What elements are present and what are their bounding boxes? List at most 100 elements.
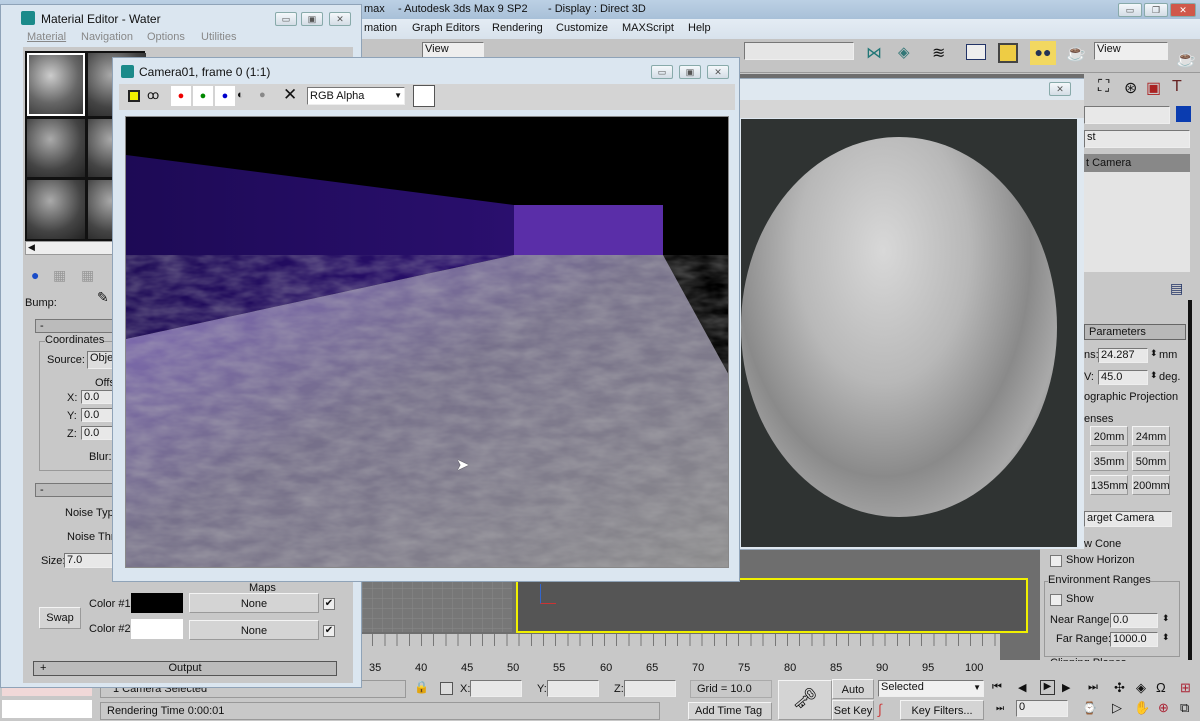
show-horizon-checkbox[interactable]: [1050, 555, 1062, 567]
color2-map-button[interactable]: None: [189, 620, 319, 640]
lens-35mm-button[interactable]: 35mm: [1090, 451, 1128, 471]
tangent-icon[interactable]: ∫: [878, 701, 882, 717]
parameters-rollout[interactable]: Parameters: [1084, 324, 1186, 340]
current-frame-field[interactable]: 0: [1016, 700, 1068, 717]
monochrome-icon[interactable]: ●: [259, 89, 266, 101]
menu-customize[interactable]: Customize: [556, 22, 608, 34]
rw-minimize-button[interactable]: ▭: [651, 65, 673, 79]
absolute-mode-icon[interactable]: [440, 682, 453, 695]
far-range-field[interactable]: 1000.0: [1110, 632, 1158, 647]
sample-scrollbar[interactable]: ◀: [25, 241, 115, 255]
view-dropdown[interactable]: View: [422, 42, 484, 58]
sample-slot[interactable]: [27, 118, 85, 178]
output-rollout[interactable]: + Output: [33, 661, 337, 676]
object-color-swatch[interactable]: [1176, 106, 1191, 122]
get-material-icon[interactable]: ●: [31, 267, 39, 283]
lens-135mm-button[interactable]: 135mm: [1090, 475, 1128, 495]
color-swatch[interactable]: [413, 85, 435, 107]
color2-map-checkbox[interactable]: ✔: [323, 625, 335, 637]
near-range-spinner[interactable]: ⬍: [1162, 613, 1170, 624]
maxscript-listener-white[interactable]: [2, 700, 92, 718]
lens-24mm-button[interactable]: 24mm: [1132, 426, 1170, 446]
perspective-viewport[interactable]: [516, 578, 1028, 633]
render-scene-icon[interactable]: ☕: [1066, 43, 1086, 63]
green-channel-toggle[interactable]: ●: [193, 86, 213, 106]
mirror-icon[interactable]: ⋈: [866, 43, 882, 63]
rw-maximize-button[interactable]: ▣: [679, 65, 701, 79]
object-name-field[interactable]: [1084, 106, 1170, 124]
pick-material-icon[interactable]: ✎: [97, 289, 109, 306]
lens-200mm-button[interactable]: 200mm: [1132, 475, 1170, 495]
save-image-icon[interactable]: [128, 90, 140, 102]
menu-maxscript[interactable]: MAXScript: [622, 22, 674, 34]
red-channel-toggle[interactable]: ●: [171, 86, 191, 106]
env-show-checkbox[interactable]: [1050, 594, 1062, 606]
named-selection-dropdown[interactable]: [744, 42, 854, 60]
lens-field[interactable]: 24.287: [1098, 348, 1148, 363]
zoom-all-icon[interactable]: ◈: [1136, 680, 1146, 696]
camera-type-dropdown[interactable]: arget Camera: [1084, 511, 1172, 527]
maximize-viewport-icon[interactable]: ⧉: [1180, 700, 1189, 716]
display-icon[interactable]: ▣: [1146, 78, 1161, 98]
sample-slot[interactable]: [27, 180, 85, 239]
time-config-icon[interactable]: ⌚: [1082, 701, 1097, 715]
x-coord-field[interactable]: [470, 680, 522, 697]
lens-50mm-button[interactable]: 50mm: [1132, 451, 1170, 471]
color1-map-checkbox[interactable]: ✔: [323, 598, 335, 610]
clear-icon[interactable]: ✕: [283, 85, 297, 105]
me-close-button[interactable]: ✕: [329, 12, 351, 26]
me-minimize-button[interactable]: ▭: [275, 12, 297, 26]
goto-end-icon[interactable]: ⏭: [1088, 681, 1098, 694]
z-coord-field[interactable]: [624, 680, 676, 697]
restore-button[interactable]: ❐: [1144, 3, 1168, 17]
auto-key-button[interactable]: Auto Key: [832, 679, 874, 716]
swap-button[interactable]: Swap: [39, 607, 81, 629]
me-menu-options[interactable]: Options: [147, 31, 185, 43]
fov-spinner[interactable]: ⬍: [1150, 370, 1158, 381]
field-of-view-icon[interactable]: ▷: [1112, 700, 1122, 716]
me-maximize-button[interactable]: ▣: [301, 12, 323, 26]
key-filters-button[interactable]: Key Filters...: [900, 700, 984, 720]
layers-icon[interactable]: ≋: [932, 43, 945, 63]
color1-swatch[interactable]: [131, 593, 183, 613]
top-viewport[interactable]: [362, 578, 512, 632]
pan-icon[interactable]: ✋: [1134, 700, 1150, 716]
orbit-camera-icon[interactable]: ⊕: [1158, 700, 1169, 716]
preview-close-button[interactable]: ✕: [1049, 82, 1071, 96]
quick-render-icon[interactable]: ☕: [1176, 49, 1196, 69]
goto-start-icon[interactable]: ⏮: [992, 681, 1002, 694]
far-range-spinner[interactable]: ⬍: [1162, 632, 1170, 643]
me-menu-navigation[interactable]: Navigation: [81, 31, 133, 43]
hierarchy-icon[interactable]: ⛶: [1098, 78, 1109, 96]
me-menu-material[interactable]: Material: [27, 31, 66, 43]
command-panel-scrollbar[interactable]: [1188, 300, 1192, 660]
minimize-button[interactable]: ▭: [1118, 3, 1142, 17]
zoom-icon[interactable]: ✣: [1114, 680, 1125, 696]
orthographic-projection-label[interactable]: ographic Projection: [1084, 391, 1178, 403]
menu-graph-editors[interactable]: Graph Editors: [412, 22, 480, 34]
selection-lock-icon[interactable]: 🔒: [414, 680, 429, 694]
clone-window-icon[interactable]: ꝏ: [147, 88, 159, 102]
size-field[interactable]: 7.0: [64, 553, 114, 568]
set-key-mode-button[interactable]: 🗝: [778, 680, 832, 720]
key-mode-toggle-icon[interactable]: ⏭: [996, 703, 1004, 714]
put-to-scene-icon[interactable]: ▦: [53, 267, 66, 284]
curve-editor-icon[interactable]: [966, 44, 986, 60]
fov-field[interactable]: 45.0: [1098, 370, 1148, 385]
assign-to-selection-icon[interactable]: ▦: [81, 267, 94, 284]
play-icon[interactable]: ▶: [1040, 680, 1055, 695]
next-frame-icon[interactable]: ▶: [1062, 681, 1070, 694]
near-range-field[interactable]: 0.0: [1110, 613, 1158, 628]
add-time-tag-button[interactable]: Add Time Tag: [688, 702, 772, 720]
menu-rendering[interactable]: Rendering: [492, 22, 543, 34]
set-key-button[interactable]: Set Key: [832, 700, 874, 720]
rw-close-button[interactable]: ✕: [707, 65, 729, 79]
menu-help[interactable]: Help: [688, 22, 711, 34]
modifier-list-dropdown[interactable]: st: [1084, 130, 1190, 148]
close-button[interactable]: ✕: [1170, 3, 1196, 17]
material-editor-icon[interactable]: ●●: [1030, 41, 1056, 65]
color2-swatch[interactable]: [131, 619, 183, 639]
schematic-view-icon[interactable]: [998, 43, 1018, 63]
orbit-icon[interactable]: Ω: [1156, 680, 1166, 695]
lens-spinner[interactable]: ⬍: [1150, 348, 1158, 359]
